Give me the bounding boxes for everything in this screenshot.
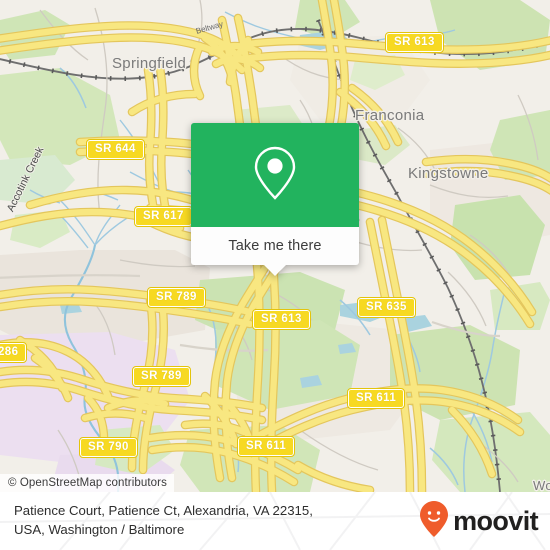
osm-attribution[interactable]: © OpenStreetMap contributors bbox=[0, 474, 174, 492]
place-label-kingstowne: Kingstowne bbox=[408, 165, 489, 182]
place-label-springfield: Springfield bbox=[112, 55, 187, 72]
road-shield-286[interactable]: 286 bbox=[0, 342, 28, 363]
footer-bar: Patience Court, Patience Ct, Alexandria,… bbox=[0, 492, 550, 550]
location-popup[interactable]: Take me there bbox=[191, 123, 359, 276]
popup-tail bbox=[264, 265, 286, 276]
map-pin-icon bbox=[251, 144, 299, 207]
address-line-2: USA, Washington / Baltimore bbox=[14, 522, 185, 537]
moovit-pin-icon bbox=[419, 500, 449, 543]
road-shield-sr-611-west[interactable]: SR 611 bbox=[236, 436, 296, 457]
address-line-1: Patience Court, Patience Ct, Alexandria,… bbox=[14, 503, 313, 519]
place-label-franconia: Franconia bbox=[355, 107, 425, 124]
moovit-wordmark: moovit bbox=[453, 505, 539, 536]
road-shield-sr-644[interactable]: SR 644 bbox=[86, 139, 145, 160]
road-shield-sr-617[interactable]: SR 617 bbox=[134, 206, 193, 227]
road-shield-sr-789-lower[interactable]: SR 789 bbox=[132, 366, 191, 387]
popup-image-panel bbox=[191, 123, 359, 227]
road-shield-sr-635[interactable]: SR 635 bbox=[357, 297, 416, 318]
map-screenshot: Springfield Franconia Kingstowne Wo Acco… bbox=[0, 0, 550, 550]
take-me-there-button[interactable]: Take me there bbox=[191, 227, 359, 265]
road-shield-sr-613-mid[interactable]: SR 613 bbox=[252, 309, 311, 330]
road-shield-sr-789-upper[interactable]: SR 789 bbox=[147, 287, 206, 308]
place-label-wo: Wo bbox=[533, 478, 550, 492]
moovit-brand[interactable]: moovit bbox=[419, 500, 550, 543]
road-shield-sr-611-east[interactable]: SR 611 bbox=[346, 388, 406, 409]
map-canvas[interactable]: Springfield Franconia Kingstowne Wo Acco… bbox=[0, 0, 550, 492]
address-text: Patience Court, Patience Ct, Alexandria,… bbox=[0, 502, 390, 539]
road-shield-sr-613-north[interactable]: SR 613 bbox=[385, 32, 444, 53]
road-shield-sr-790[interactable]: SR 790 bbox=[79, 437, 138, 458]
